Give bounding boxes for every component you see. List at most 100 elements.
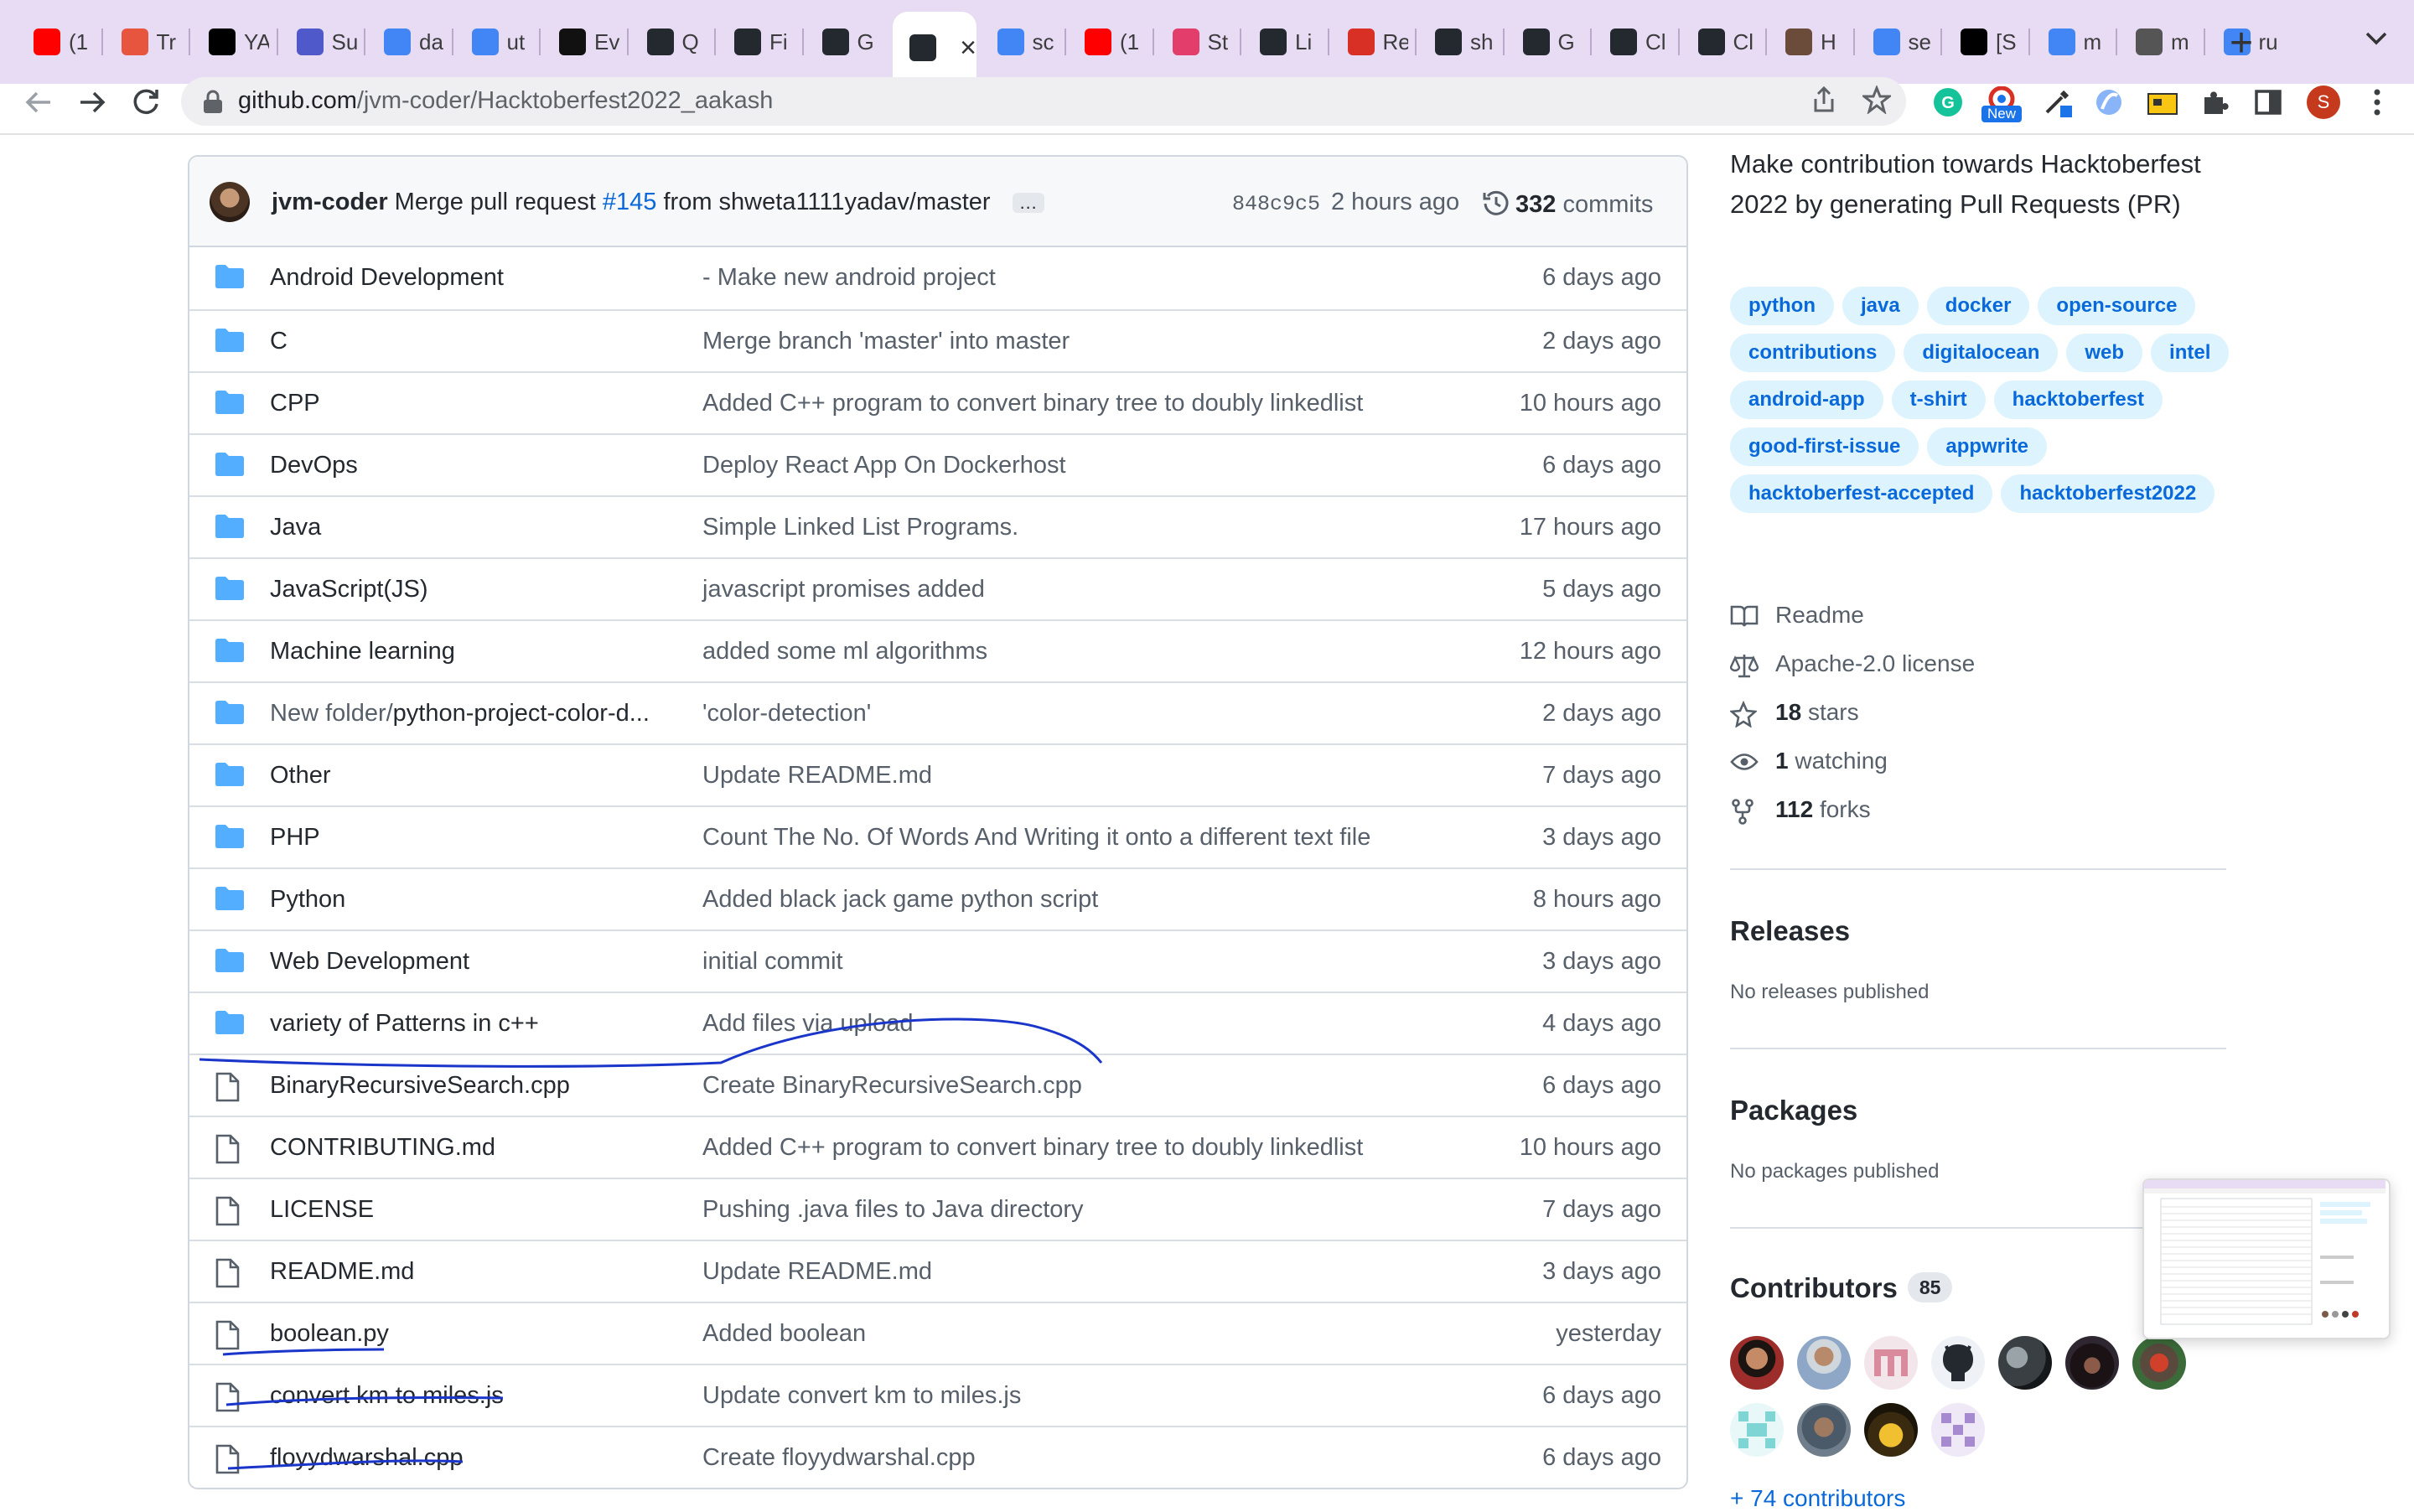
back-button[interactable] [22, 85, 55, 127]
file-row[interactable]: Java Simple Linked List Programs. 17 hours… [189, 495, 1686, 557]
commit-message-link[interactable]: Pushing .java files to Java directory [702, 1196, 1084, 1224]
topic-tag[interactable]: python [1730, 287, 1834, 325]
tab-search-chevron-icon[interactable] [2364, 25, 2389, 54]
browser-tab[interactable]: sc [981, 17, 1065, 67]
pull-request-link[interactable]: #145 [603, 189, 657, 215]
grammarly-extension-icon[interactable]: G [1930, 84, 1966, 121]
file-name-link[interactable]: Web Development [270, 948, 469, 976]
browser-tab[interactable]: (1 [1068, 17, 1152, 67]
expand-commit-button[interactable]: … [1012, 193, 1044, 214]
file-row[interactable]: README.md Update README.md 3 days ago [189, 1240, 1686, 1302]
contributor-avatar[interactable] [1730, 1403, 1784, 1457]
topic-tag[interactable]: android-app [1730, 381, 1883, 419]
topic-tag[interactable]: intel [2151, 334, 2230, 372]
file-name-link[interactable]: variety of Patterns in c++ [270, 1010, 539, 1038]
commit-message-link[interactable]: Merge branch 'master' into master [702, 328, 1070, 355]
file-row[interactable]: JavaScript(JS) javascript promises added 5… [189, 557, 1686, 619]
forward-button[interactable] [75, 85, 109, 127]
address-bar[interactable]: github.com/jvm-coder/Hacktoberfest2022_a… [181, 77, 1906, 126]
browser-tab[interactable]: H [1769, 17, 1852, 67]
browser-tab[interactable]: Q [630, 17, 714, 67]
commit-message-link[interactable]: Added C++ program to convert binary tree… [702, 1134, 1363, 1162]
commit-message-link[interactable]: Added black jack game python script [702, 886, 1098, 914]
browser-tab[interactable]: Su [280, 17, 364, 67]
commits-history-link[interactable]: 332 commits [1482, 189, 1653, 219]
profile-avatar[interactable]: S [2305, 84, 2342, 121]
file-row[interactable]: BinaryRecursiveSearch.cpp Create BinaryRe… [189, 1054, 1686, 1116]
contributor-avatar[interactable] [1797, 1403, 1851, 1457]
file-name-link[interactable]: Java [270, 514, 321, 541]
new-tab-button[interactable]: + [2230, 20, 2253, 66]
browser-tab[interactable]: sh [1418, 17, 1502, 67]
commit-message-link[interactable]: Create BinaryRecursiveSearch.cpp [702, 1072, 1082, 1100]
browser-tab[interactable]: × [893, 12, 976, 84]
commit-message-link[interactable]: 'color-detection' [702, 700, 871, 728]
side-panel-icon[interactable] [2250, 84, 2287, 121]
commit-message-link[interactable]: Add files via upload [702, 1010, 914, 1038]
contributor-avatar[interactable] [1931, 1403, 1985, 1457]
extensions-puzzle-icon[interactable] [2196, 84, 2233, 121]
file-name-link[interactable]: PHP [270, 824, 320, 852]
topic-tag[interactable]: docker [1926, 287, 2030, 325]
commit-message-link[interactable]: Update README.md [702, 762, 932, 790]
file-name-link[interactable]: New folder/python-project-color-d... [270, 700, 650, 728]
file-row[interactable]: Other Update README.md 7 days ago [189, 743, 1686, 805]
browser-menu-icon[interactable] [2359, 84, 2396, 121]
browser-tab[interactable]: Cl [1681, 17, 1765, 67]
reload-button[interactable] [129, 85, 163, 127]
contributor-avatar[interactable] [1797, 1336, 1851, 1390]
browser-tab[interactable]: G [806, 17, 889, 67]
packages-heading[interactable]: Packages [1730, 1095, 1857, 1126]
topic-tag[interactable]: hacktoberfest-accepted [1730, 474, 1993, 513]
commit-author-link[interactable]: jvm-coder [272, 189, 388, 215]
commit-message-link[interactable]: added some ml algorithms [702, 638, 987, 665]
commit-message-link[interactable]: Added boolean [702, 1320, 866, 1348]
topic-tag[interactable]: appwrite [1927, 427, 2048, 466]
topic-tag[interactable]: t-shirt [1891, 381, 1986, 419]
contributor-avatar[interactable] [1998, 1336, 2052, 1390]
browser-tab[interactable]: Tr [105, 17, 189, 67]
file-name-link[interactable]: convert km to miles.js [270, 1382, 504, 1410]
commit-message-link[interactable]: initial commit [702, 948, 843, 976]
commit-message-link[interactable]: Simple Linked List Programs. [702, 514, 1018, 541]
bookmark-star-icon[interactable] [1860, 84, 1893, 121]
commit-message-link[interactable]: javascript promises added [702, 576, 985, 603]
commit-message-link[interactable]: Update convert km to miles.js [702, 1382, 1021, 1410]
contributor-avatar[interactable] [2065, 1336, 2119, 1390]
file-row[interactable]: PHP Count The No. Of Words And Writing it… [189, 805, 1686, 867]
browser-tab[interactable]: da [367, 17, 451, 67]
topic-tag[interactable]: web [2066, 334, 2143, 372]
topic-tag[interactable]: contributions [1730, 334, 1896, 372]
file-name-link[interactable]: Android Development [270, 264, 504, 292]
screenshot-preview-thumbnail[interactable] [2142, 1178, 2391, 1339]
browser-tab[interactable]: Fi [717, 17, 801, 67]
contributor-avatar[interactable] [1730, 1336, 1784, 1390]
file-name-link[interactable]: DevOps [270, 452, 358, 479]
browser-tab[interactable]: m [2032, 17, 2116, 67]
more-contributors-link[interactable]: + 74 contributors [1730, 1485, 1905, 1512]
commit-message-link[interactable]: Create floyydwarshal.cpp [702, 1444, 976, 1472]
browser-tab[interactable]: St [1156, 17, 1240, 67]
browser-tab[interactable]: (1 [17, 17, 101, 67]
file-row[interactable]: boolean.py Added boolean yesterday [189, 1302, 1686, 1364]
commit-message-link[interactable]: Count The No. Of Words And Writing it on… [702, 824, 1370, 852]
file-name-link[interactable]: Python [270, 886, 345, 914]
topic-tag[interactable]: digitalocean [1904, 334, 2059, 372]
browser-tab[interactable]: YA [192, 17, 276, 67]
file-name-link[interactable]: README.md [270, 1258, 414, 1286]
file-row[interactable]: floyydwarshal.cpp Create floyydwarshal.cp… [189, 1426, 1686, 1488]
contributors-heading[interactable]: Contributors 85 [1730, 1272, 1953, 1304]
author-avatar[interactable] [210, 182, 250, 222]
contributor-avatar[interactable] [1864, 1336, 1918, 1390]
file-row[interactable]: variety of Patterns in c++ Add files via … [189, 992, 1686, 1054]
commit-message-link[interactable]: Deploy React App On Dockerhost [702, 452, 1066, 479]
file-name-link[interactable]: CONTRIBUTING.md [270, 1134, 495, 1162]
file-row[interactable]: DevOps Deploy React App On Dockerhost 6 da… [189, 433, 1686, 495]
file-row[interactable]: convert km to miles.js Update convert km … [189, 1364, 1686, 1426]
contributor-avatar[interactable] [1864, 1403, 1918, 1457]
browser-tab[interactable]: m [2119, 17, 2203, 67]
browser-tab[interactable]: [S [1944, 17, 2028, 67]
share-icon[interactable] [1810, 85, 1837, 121]
file-name-link[interactable]: CPP [270, 390, 320, 417]
eyedropper-extension-icon[interactable] [2038, 84, 2075, 121]
